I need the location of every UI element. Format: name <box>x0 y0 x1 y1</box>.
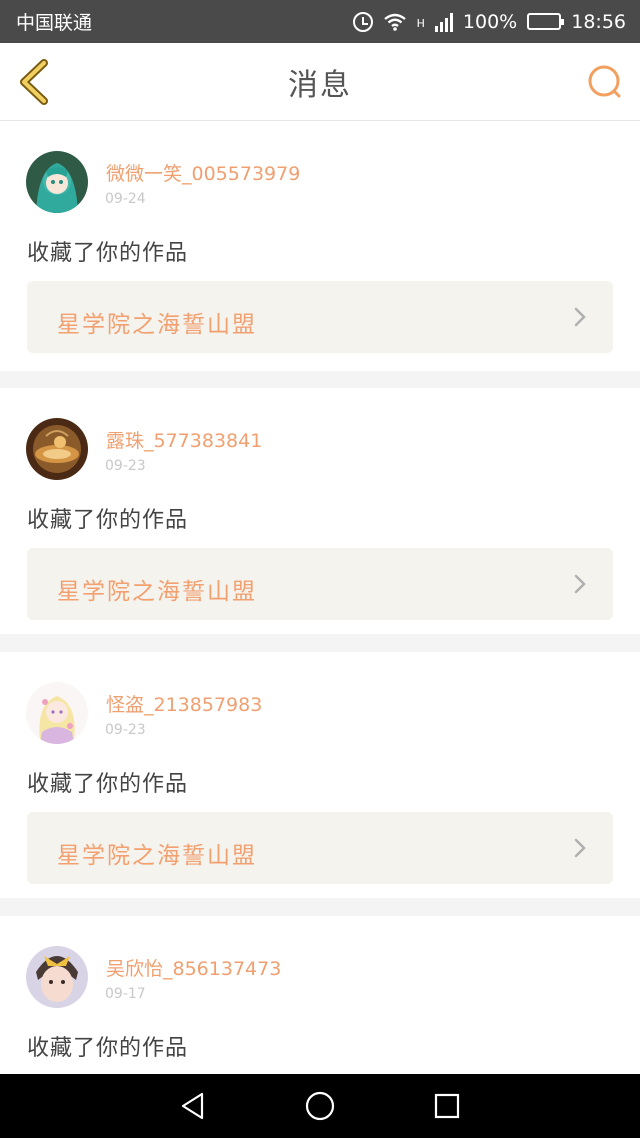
avatar[interactable] <box>26 418 88 480</box>
message-list: 微微一笑_005573979 09-24 收藏了你的作品 星学院之海誓山盟 露珠… <box>0 121 640 1074</box>
username[interactable]: 吴欣怡_856137473 <box>106 954 281 981</box>
status-time: 18:56 <box>571 10 626 33</box>
page-title: 消息 <box>288 67 352 103</box>
chevron-right-icon <box>574 838 586 858</box>
signal-icon <box>434 12 453 32</box>
action-text: 收藏了你的作品 <box>27 1036 189 1061</box>
system-home-button[interactable] <box>300 1086 340 1126</box>
status-icons: H 100% 18:56 <box>352 10 626 33</box>
home-circle-icon <box>305 1091 335 1121</box>
work-link[interactable]: 星学院之海誓山盟 <box>27 812 613 884</box>
chevron-left-icon <box>20 59 48 105</box>
message-date: 09-23 <box>105 458 146 474</box>
search-button[interactable] <box>586 63 624 101</box>
username[interactable]: 怪盗_213857983 <box>106 690 262 717</box>
work-title: 星学院之海誓山盟 <box>57 579 257 605</box>
system-back-button[interactable] <box>173 1086 213 1126</box>
carrier-label: 中国联通 <box>16 12 93 34</box>
message-date: 09-24 <box>105 191 146 207</box>
network-type-label: H <box>416 16 425 30</box>
chevron-right-icon <box>574 307 586 327</box>
status-bar: 中国联通 H 100% 18:56 <box>0 0 640 43</box>
battery-percent: 100% <box>462 10 518 33</box>
username[interactable]: 微微一笑_005573979 <box>106 159 300 186</box>
alarm-icon <box>352 11 373 32</box>
recents-square-icon <box>434 1093 459 1119</box>
message-date: 09-23 <box>105 722 146 738</box>
action-text: 收藏了你的作品 <box>27 241 189 266</box>
chevron-right-icon <box>574 574 586 594</box>
message-card: 露珠_577383841 09-23 收藏了你的作品 星学院之海誓山盟 <box>0 388 640 634</box>
message-card: 吴欣怡_856137473 09-17 收藏了你的作品 <box>0 916 640 1074</box>
header-bar: 消息 <box>0 43 640 121</box>
username[interactable]: 露珠_577383841 <box>106 426 262 453</box>
work-link[interactable]: 星学院之海誓山盟 <box>27 281 613 353</box>
work-title: 星学院之海誓山盟 <box>57 312 257 338</box>
search-icon <box>588 65 621 98</box>
avatar[interactable] <box>26 151 88 213</box>
system-nav-bar <box>0 1074 640 1138</box>
back-button[interactable] <box>14 57 58 107</box>
message-card: 怪盗_213857983 09-23 收藏了你的作品 星学院之海誓山盟 <box>0 652 640 898</box>
message-date: 09-17 <box>105 986 146 1002</box>
avatar[interactable] <box>26 682 88 744</box>
battery-icon <box>527 13 565 30</box>
message-card: 微微一笑_005573979 09-24 收藏了你的作品 星学院之海誓山盟 <box>0 121 640 371</box>
action-text: 收藏了你的作品 <box>27 772 189 797</box>
action-text: 收藏了你的作品 <box>27 508 189 533</box>
back-triangle-icon <box>182 1092 204 1120</box>
wifi-icon <box>383 13 406 31</box>
work-title: 星学院之海誓山盟 <box>57 843 257 869</box>
avatar[interactable] <box>26 946 88 1008</box>
system-recents-button[interactable] <box>427 1086 467 1126</box>
work-link[interactable]: 星学院之海誓山盟 <box>27 548 613 620</box>
